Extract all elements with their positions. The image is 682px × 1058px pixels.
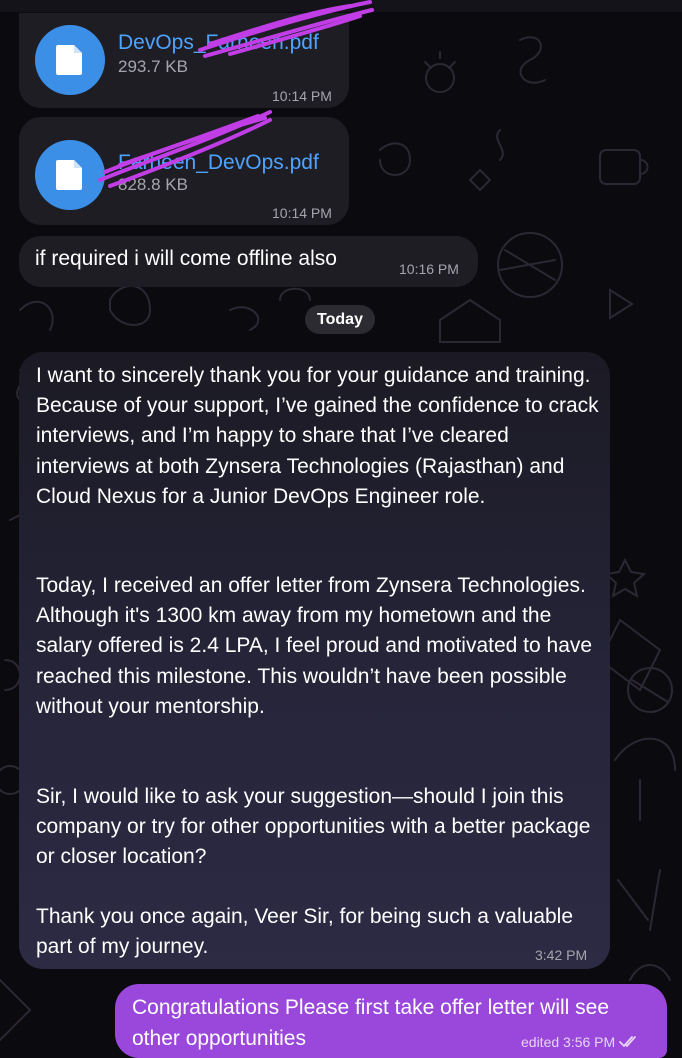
file-name[interactable]: DevOps_Farheen.pdf xyxy=(118,31,319,55)
message-paragraph: I want to sincerely thank you for your g… xyxy=(36,364,599,508)
date-separator: Today xyxy=(305,305,375,334)
message-text: if required i will come offline also xyxy=(35,247,337,270)
message-bubble[interactable]: if required i will come offline also 10:… xyxy=(19,236,478,287)
outgoing-message-bubble[interactable]: Congratulations Please first take offer … xyxy=(115,984,667,1058)
file-size: 828.8 KB xyxy=(118,175,188,194)
message-bubble-long[interactable]: I want to sincerely thank you for your g… xyxy=(19,352,610,969)
top-bar-edge xyxy=(0,0,682,12)
message-paragraph: Today, I received an offer letter from Z… xyxy=(36,574,593,718)
message-time: 10:14 PM xyxy=(272,88,332,104)
file-message-bubble[interactable]: Farheen_DevOps.pdf 828.8 KB 10:14 PM xyxy=(19,117,349,225)
message-time: 10:16 PM xyxy=(399,261,459,277)
message-status: edited 3:56 PM xyxy=(521,1034,639,1050)
file-message-bubble[interactable]: DevOps_Farheen.pdf 293.7 KB 10:14 PM xyxy=(19,13,349,108)
edited-time-label: edited 3:56 PM xyxy=(521,1034,616,1050)
file-name[interactable]: Farheen_DevOps.pdf xyxy=(118,151,319,175)
file-icon[interactable] xyxy=(35,25,105,95)
file-size: 293.7 KB xyxy=(118,57,188,76)
message-time: 3:42 PM xyxy=(535,947,588,963)
message-time: 10:14 PM xyxy=(272,205,332,221)
message-paragraph: Thank you once again, Veer Sir, for bein… xyxy=(36,905,574,959)
file-icon[interactable] xyxy=(35,140,105,210)
message-paragraph: Sir, I would like to ask your suggestion… xyxy=(36,785,591,869)
double-check-icon xyxy=(619,1036,637,1048)
